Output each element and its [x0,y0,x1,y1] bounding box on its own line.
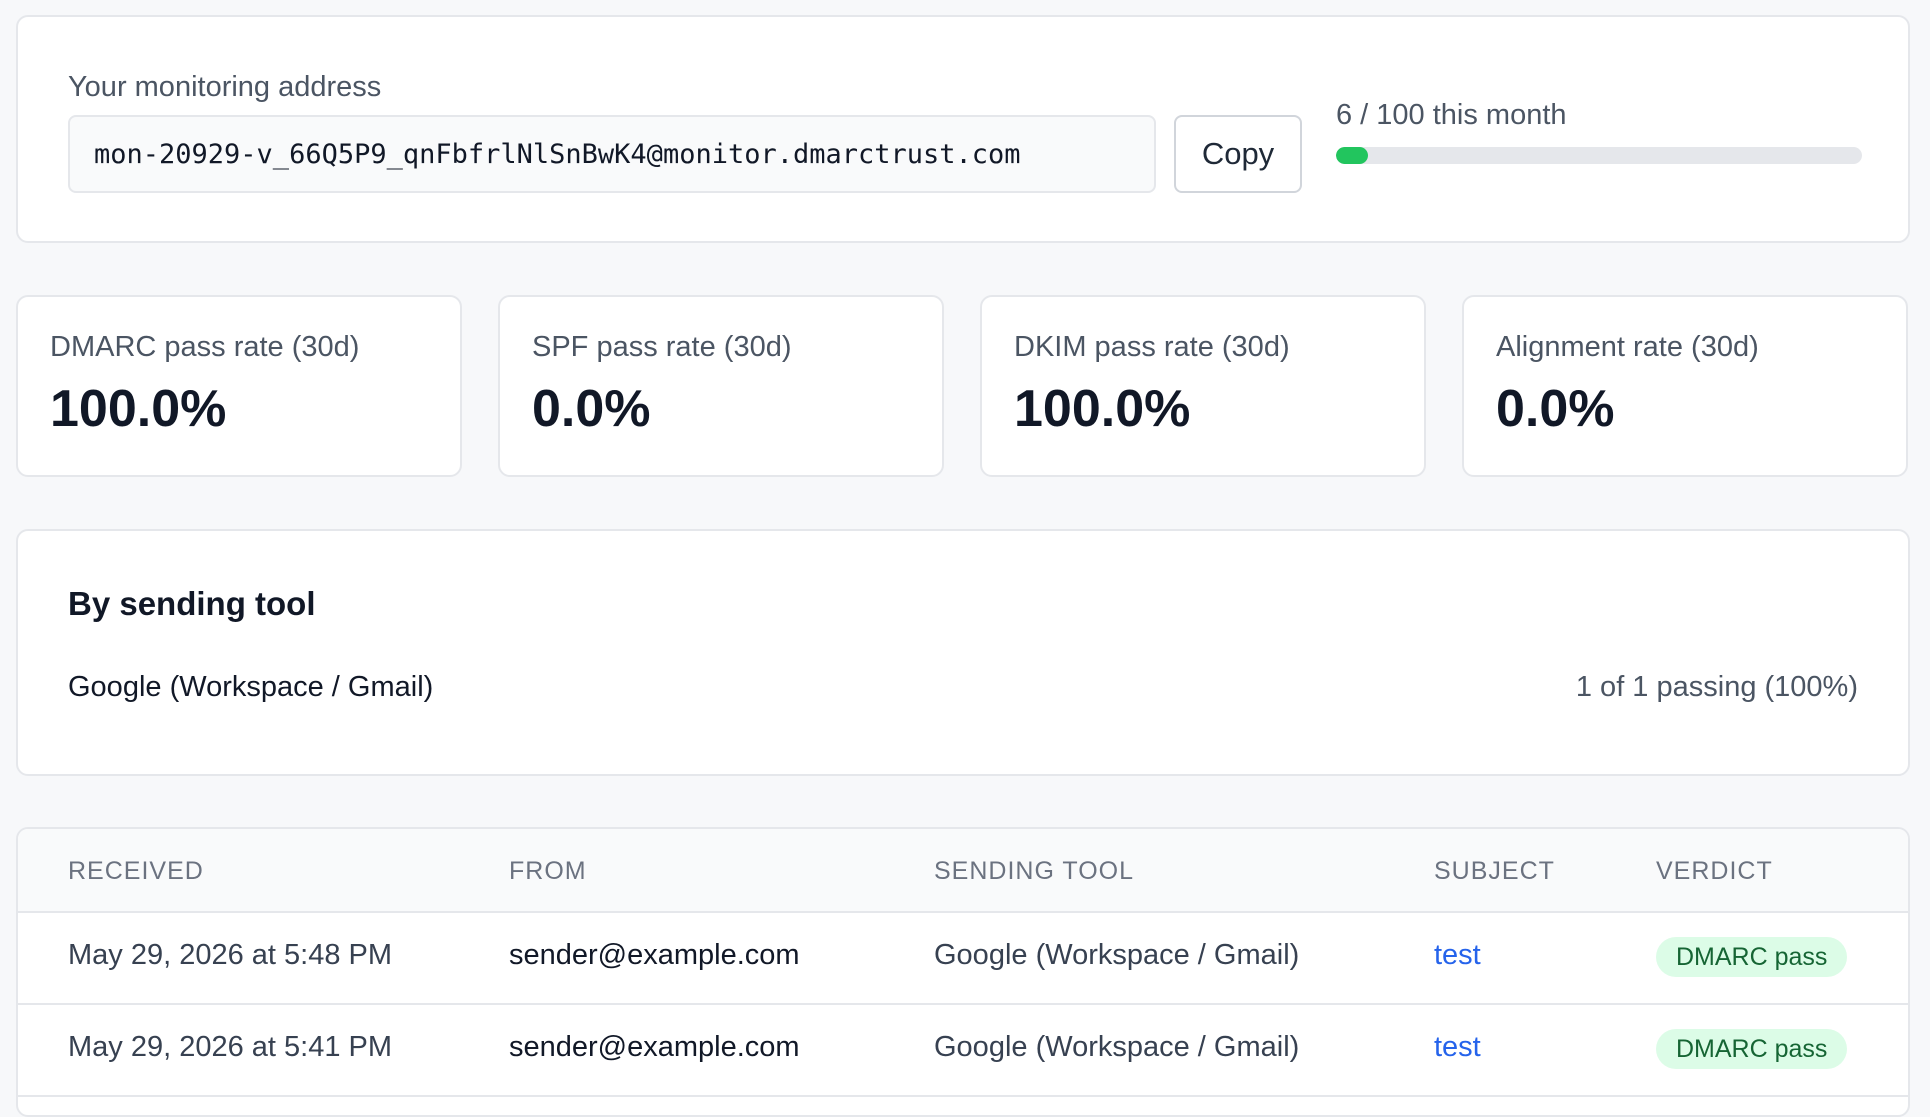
column-header-from[interactable]: FROM [509,857,587,886]
column-header-verdict[interactable]: VERDICT [1656,857,1773,886]
stat-card-dmarc: DMARC pass rate (30d) 100.0% [16,295,462,477]
stat-value: 100.0% [1014,380,1191,438]
sending-tool-name: Google (Workspace / Gmail) [68,671,434,703]
sending-tool-cell: Google (Workspace / Gmail) [934,1031,1300,1063]
sending-tool-cell: Google (Workspace / Gmail) [934,939,1300,971]
subject-link[interactable]: test [1434,1031,1481,1064]
stat-label: Alignment rate (30d) [1496,331,1759,363]
messages-table: RECEIVED FROM SENDING TOOL SUBJECT VERDI… [16,827,1910,1117]
stat-value: 0.0% [1496,380,1615,438]
stat-label: SPF pass rate (30d) [532,331,792,363]
table-row[interactable]: May 29, 2026 at 5:41 PM sender@example.c… [18,1003,1908,1097]
sending-tool-pass-rate: 1 of 1 passing (100%) [1575,671,1858,703]
received-cell: May 29, 2026 at 5:48 PM [68,939,393,971]
usage-progress-fill [1336,147,1368,164]
subject-link[interactable]: test [1434,939,1481,972]
table-row[interactable]: May 29, 2026 at 5:48 PM sender@example.c… [18,911,1908,1005]
verdict-badge: DMARC pass [1656,937,1848,977]
stat-label: DMARC pass rate (30d) [50,331,360,363]
received-cell: May 29, 2026 at 5:41 PM [68,1031,393,1063]
table-header: RECEIVED FROM SENDING TOOL SUBJECT VERDI… [18,829,1908,913]
stat-card-dkim: DKIM pass rate (30d) 100.0% [980,295,1426,477]
by-sending-tool-card: By sending tool Google (Workspace / Gmai… [16,529,1910,776]
stat-label: DKIM pass rate (30d) [1014,331,1290,363]
usage-progress-bar [1336,147,1862,164]
column-header-sending-tool[interactable]: SENDING TOOL [934,857,1134,886]
section-title: By sending tool [68,585,316,622]
copy-button[interactable]: Copy [1174,115,1302,193]
stat-card-alignment: Alignment rate (30d) 0.0% [1462,295,1908,477]
column-header-received[interactable]: RECEIVED [68,857,204,886]
stat-value: 100.0% [50,380,227,438]
column-header-subject[interactable]: SUBJECT [1434,857,1555,886]
from-cell: sender@example.com [509,939,800,971]
from-cell: sender@example.com [509,1031,800,1063]
monitoring-address-label: Your monitoring address [68,71,382,103]
usage-count: 6 / 100 this month [1336,99,1567,131]
monitoring-address-field[interactable]: mon-20929-v_66Q5P9_qnFbfrlNlSnBwK4@monit… [68,115,1156,193]
stat-value: 0.0% [532,380,651,438]
monitoring-address-card: Your monitoring address mon-20929-v_66Q5… [16,15,1910,243]
verdict-badge: DMARC pass [1656,1029,1848,1069]
stat-card-spf: SPF pass rate (30d) 0.0% [498,295,944,477]
